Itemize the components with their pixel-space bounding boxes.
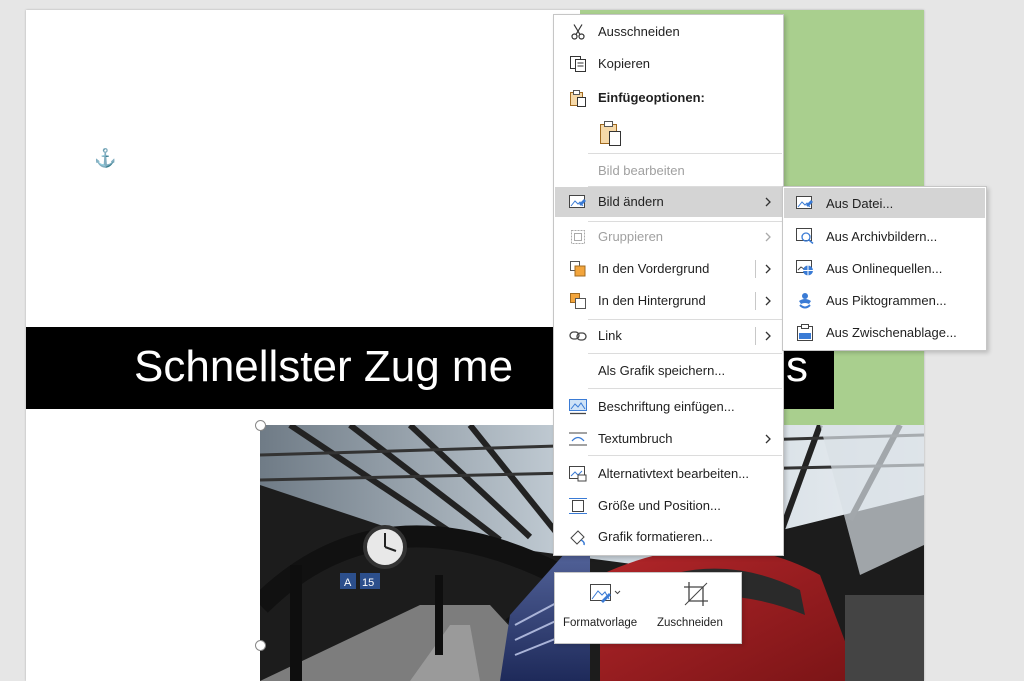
menu-item-label: Einfügeoptionen:	[598, 90, 705, 105]
menu-item-link[interactable]: Link	[555, 321, 782, 351]
crop-button[interactable]: Zuschneiden	[653, 573, 739, 643]
menu-item-edit-picture: Bild bearbeiten	[555, 156, 782, 186]
menu-item-label: Link	[598, 328, 622, 343]
menu-item-label: Bild bearbeiten	[598, 163, 685, 178]
change-picture-submenu: Aus Datei... Aus Archivbildern... Aus On…	[782, 186, 987, 351]
change-picture-icon	[569, 193, 587, 211]
menu-item-edit-alt-text[interactable]: Alternativtext bearbeiten...	[555, 459, 782, 489]
insert-caption-icon	[569, 398, 587, 416]
submenu-item-from-file[interactable]: Aus Datei...	[784, 188, 985, 218]
copy-icon	[569, 55, 587, 73]
crop-icon	[683, 581, 709, 607]
scissors-icon	[569, 23, 587, 41]
style-button[interactable]: Formatvorlage	[555, 573, 649, 643]
chevron-right-icon	[765, 195, 772, 207]
stock-images-icon	[796, 228, 814, 246]
submenu-item-stock-images[interactable]: Aus Archivbildern...	[784, 221, 985, 251]
title-text: Schnellster Zug me	[134, 342, 514, 391]
menu-item-label: Alternativtext bearbeiten...	[598, 466, 750, 481]
mini-toolbar: Formatvorlage Zuschneiden	[554, 572, 742, 644]
menu-item-change-picture[interactable]: Bild ändern	[555, 187, 782, 217]
menu-item-cut[interactable]: Ausschneiden	[555, 17, 782, 47]
submenu-item-label: Aus Piktogrammen...	[826, 293, 947, 308]
menu-item-copy[interactable]: Kopieren	[555, 49, 782, 79]
menu-item-label: Textumbruch	[598, 431, 673, 446]
style-button-label: Formatvorlage	[563, 617, 638, 629]
paste-icon	[569, 89, 587, 107]
group-icon	[569, 228, 587, 246]
resize-handle-mid-left[interactable]	[255, 640, 266, 651]
picture-style-icon	[589, 581, 621, 607]
menu-item-label: Kopieren	[598, 56, 651, 71]
online-pictures-icon	[796, 260, 814, 278]
menu-item-size-position[interactable]: Größe und Position...	[555, 491, 782, 521]
resize-handle-top-left[interactable]	[255, 420, 266, 431]
submenu-item-label: Aus Datei...	[826, 196, 894, 211]
chevron-right-icon[interactable]	[765, 294, 772, 306]
menu-item-paste-options: Einfügeoptionen:	[555, 83, 782, 113]
icons-icon	[796, 292, 814, 310]
submenu-item-online-pictures[interactable]: Aus Onlinequellen...	[784, 253, 985, 283]
chevron-right-icon	[765, 230, 772, 242]
menu-item-label: Beschriftung einfügen...	[598, 399, 735, 414]
context-menu: Ausschneiden Kopieren Einfügeoptionen: B…	[553, 14, 784, 556]
menu-item-send-backward[interactable]: In den Hintergrund	[555, 286, 782, 316]
menu-item-wrap-text[interactable]: Textumbruch	[555, 424, 782, 454]
from-file-icon	[796, 195, 814, 213]
crop-button-label: Zuschneiden	[657, 617, 723, 629]
menu-item-label: Grafik formatieren...	[598, 529, 713, 544]
menu-item-label: In den Vordergrund	[598, 261, 710, 276]
menu-item-label: Bild ändern	[598, 194, 664, 209]
anchor-icon[interactable]: ⚓	[94, 148, 116, 168]
submenu-item-icons[interactable]: Aus Piktogrammen...	[784, 285, 985, 315]
submenu-item-label: Aus Zwischenablage...	[826, 325, 957, 340]
menu-item-label: Ausschneiden	[598, 24, 680, 39]
menu-item-save-as-picture[interactable]: Als Grafik speichern...	[555, 356, 782, 386]
link-icon	[569, 327, 587, 345]
submenu-item-clipboard[interactable]: Aus Zwischenablage...	[784, 317, 985, 347]
menu-item-label: Als Grafik speichern...	[598, 363, 726, 378]
size-position-icon	[569, 497, 587, 515]
submenu-item-label: Aus Archivbildern...	[826, 229, 938, 244]
svg-text:A: A	[344, 577, 352, 589]
format-picture-icon	[569, 528, 587, 546]
chevron-right-icon[interactable]	[765, 329, 772, 341]
menu-item-format-picture[interactable]: Grafik formatieren...	[555, 522, 782, 552]
alt-text-icon	[569, 465, 587, 483]
clipboard-icon	[796, 324, 814, 342]
chevron-right-icon	[765, 432, 772, 444]
menu-item-label: Gruppieren	[598, 229, 664, 244]
menu-item-insert-caption[interactable]: Beschriftung einfügen...	[555, 392, 782, 422]
wrap-text-icon	[569, 430, 587, 448]
menu-item-label: In den Hintergrund	[598, 293, 706, 308]
chevron-right-icon[interactable]	[765, 262, 772, 274]
send-backward-icon	[569, 292, 587, 310]
paste-option-keep-source-icon[interactable]	[598, 119, 624, 147]
menu-item-group: Gruppieren	[555, 222, 782, 252]
bring-forward-icon	[569, 260, 587, 278]
menu-item-label: Größe und Position...	[598, 498, 721, 513]
submenu-item-label: Aus Onlinequellen...	[826, 261, 943, 276]
menu-item-bring-forward[interactable]: In den Vordergrund	[555, 254, 782, 284]
svg-text:15: 15	[362, 577, 374, 589]
